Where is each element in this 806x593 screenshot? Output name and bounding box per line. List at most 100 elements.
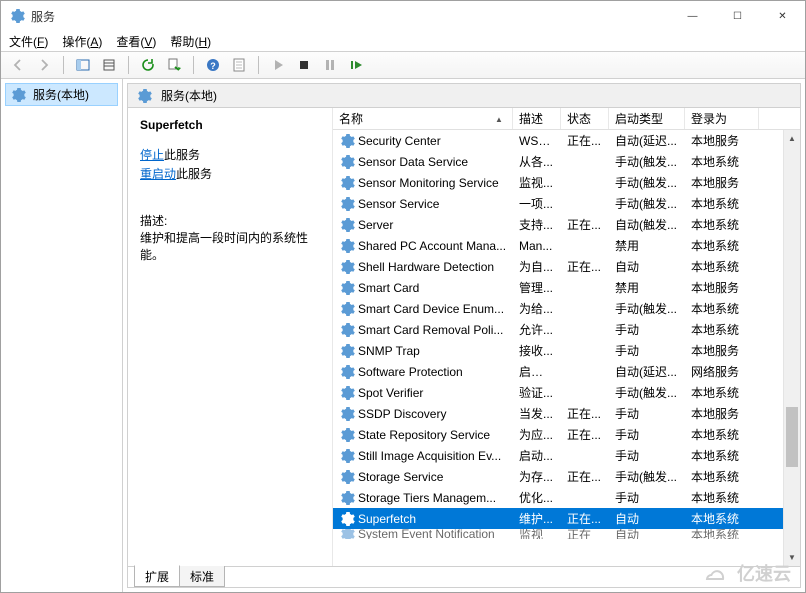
stop-service-button[interactable] [293,54,315,76]
service-desc-cell: 管理... [513,279,561,296]
gear-icon [339,529,355,539]
service-name-cell: Spot Verifier [358,386,423,400]
tab-standard[interactable]: 标准 [179,566,225,587]
scroll-track[interactable] [784,147,800,549]
back-button[interactable] [7,54,29,76]
service-row[interactable]: Security CenterWSC...正在...自动(延迟...本地服务 [333,130,800,151]
service-row[interactable]: Storage Service为存...正在...手动(触发...本地系统 [333,466,800,487]
gear-icon [339,469,355,485]
right-pane: 服务(本地) Superfetch 停止此服务 重启动此服务 描述: 维护和提高… [127,83,801,588]
service-startup-cell: 自动 [609,258,685,275]
close-button[interactable]: ✕ [760,1,805,31]
service-startup-cell: 手动 [609,342,685,359]
service-startup-cell: 手动(触发... [609,300,685,317]
service-row[interactable]: Spot Verifier验证...手动(触发...本地系统 [333,382,800,403]
scroll-down-button[interactable]: ▼ [784,549,800,566]
detail-service-name: Superfetch [140,118,320,132]
pause-service-button[interactable] [319,54,341,76]
service-status-cell: 正在... [561,132,609,149]
left-pane: 服务(本地) [1,79,123,592]
help-button[interactable]: ? [202,54,224,76]
service-logon-cell: 本地服务 [685,132,759,149]
maximize-button[interactable]: ☐ [715,1,760,31]
service-name-cell: Software Protection [358,365,463,379]
service-desc-cell: Man... [513,239,561,253]
gear-icon [339,322,355,338]
service-name-cell: SNMP Trap [358,344,420,358]
service-row[interactable]: Superfetch维护...正在...自动本地系统 [333,508,800,529]
service-row[interactable]: Smart Card管理...禁用本地服务 [333,277,800,298]
service-name-cell: Smart Card Removal Poli... [358,323,503,337]
service-logon-cell: 网络服务 [685,363,759,380]
tree-node-services-local[interactable]: 服务(本地) [5,83,118,106]
service-row[interactable]: Software Protection启用 ...自动(延迟...网络服务 [333,361,800,382]
service-row[interactable]: Sensor Monitoring Service监视...手动(触发...本地… [333,172,800,193]
forward-button[interactable] [33,54,55,76]
title-bar: 服务 — ☐ ✕ [1,1,805,31]
service-name-cell: SSDP Discovery [358,407,446,421]
service-row[interactable]: Still Image Acquisition Ev...启动...手动本地系统 [333,445,800,466]
service-logon-cell: 本地服务 [685,279,759,296]
vertical-scrollbar[interactable]: ▲ ▼ [783,130,800,566]
service-startup-cell: 禁用 [609,279,685,296]
service-name-cell: Storage Tiers Managem... [358,491,496,505]
menu-action[interactable]: 操作(A) [62,33,102,50]
service-row[interactable]: Shell Hardware Detection为自...正在...自动本地系统 [333,256,800,277]
gear-icon [339,301,355,317]
service-logon-cell: 本地系统 [685,426,759,443]
service-row[interactable]: System Event Notification监视正在自动本地系统 [333,529,800,539]
service-logon-cell: 本地系统 [685,300,759,317]
properties-button[interactable] [98,54,120,76]
service-desc-cell: 从各... [513,153,561,170]
sheet-button[interactable] [228,54,250,76]
service-row[interactable]: Sensor Data Service从各...手动(触发...本地系统 [333,151,800,172]
menu-view[interactable]: 查看(V) [116,33,156,50]
service-row[interactable]: SNMP Trap接收...手动本地服务 [333,340,800,361]
service-row[interactable]: SSDP Discovery当发...正在...手动本地服务 [333,403,800,424]
col-header-status[interactable]: 状态 [561,108,609,129]
col-header-startup[interactable]: 启动类型 [609,108,685,129]
service-row[interactable]: Sensor Service一项...手动(触发...本地系统 [333,193,800,214]
refresh-button[interactable] [137,54,159,76]
list-rows: Security CenterWSC...正在...自动(延迟...本地服务Se… [333,130,800,566]
col-header-name[interactable]: 名称 ▲ [333,108,513,129]
app-icon [9,8,25,24]
menu-help[interactable]: 帮助(H) [170,33,211,50]
minimize-button[interactable]: — [670,1,715,31]
service-row[interactable]: Smart Card Removal Poli...允许...手动本地系统 [333,319,800,340]
scroll-thumb[interactable] [786,407,798,467]
window-title: 服务 [31,8,55,25]
service-logon-cell: 本地服务 [685,405,759,422]
service-startup-cell: 自动 [609,529,685,539]
restart-service-button[interactable] [345,54,367,76]
menu-file[interactable]: 文件(F) [9,33,48,50]
gear-icon [339,385,355,401]
col-header-desc[interactable]: 描述 [513,108,561,129]
list-pane: 名称 ▲ 描述 状态 启动类型 登录为 Security CenterWSC..… [333,108,800,566]
tab-extended[interactable]: 扩展 [134,565,180,587]
service-name-cell: Sensor Monitoring Service [358,176,499,190]
show-hide-tree-button[interactable] [72,54,94,76]
gear-icon [339,238,355,254]
service-status-cell: 正在... [561,426,609,443]
service-desc-cell: 为应... [513,426,561,443]
service-logon-cell: 本地系统 [685,237,759,254]
service-desc-cell: 监视... [513,174,561,191]
export-list-button[interactable] [163,54,185,76]
service-row[interactable]: State Repository Service为应...正在...手动本地系统 [333,424,800,445]
restart-service-link[interactable]: 重启动 [140,167,176,181]
service-row[interactable]: Smart Card Device Enum...为给...手动(触发...本地… [333,298,800,319]
service-status-cell: 正在 [561,529,609,539]
service-startup-cell: 自动(延迟... [609,363,685,380]
gear-icon [339,490,355,506]
service-row[interactable]: Storage Tiers Managem...优化...手动本地系统 [333,487,800,508]
col-header-logon[interactable]: 登录为 [685,108,759,129]
detail-pane: Superfetch 停止此服务 重启动此服务 描述: 维护和提高一段时间内的系… [128,108,333,566]
service-row[interactable]: Server支持...正在...自动(触发...本地系统 [333,214,800,235]
scroll-up-button[interactable]: ▲ [784,130,800,147]
service-desc-cell: 监视 [513,529,561,539]
stop-service-link[interactable]: 停止 [140,148,164,162]
start-service-button[interactable] [267,54,289,76]
service-row[interactable]: Shared PC Account Mana...Man...禁用本地系统 [333,235,800,256]
tree-node-label: 服务(本地) [33,86,89,103]
